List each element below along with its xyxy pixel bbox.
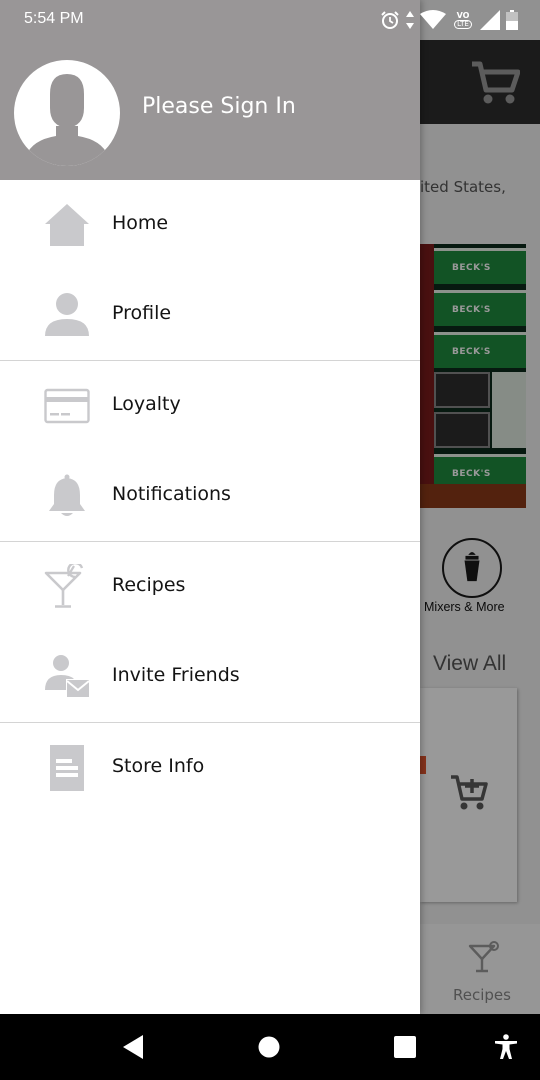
navigation-drawer: Please Sign In Home Profile Loyalty Noti… [0,0,420,1014]
menu-item-label: Profile [112,302,172,324]
menu-item-profile[interactable]: Profile [0,270,420,360]
invite-friends-icon [45,655,90,697]
menu-item-label: Notifications [112,483,231,505]
credit-card-icon [44,388,90,424]
alarm-icon [381,11,399,29]
default-avatar-icon [26,74,108,166]
person-icon [45,293,89,336]
volte-icon: VO LTE [452,9,474,31]
menu-item-store-info[interactable]: Store Info [0,723,420,813]
home-button[interactable] [246,1014,292,1080]
home-circle-icon [258,1036,280,1058]
menu-item-recipes[interactable]: Recipes [0,542,420,632]
recents-icon [394,1036,416,1058]
avatar[interactable] [14,60,120,166]
recents-button[interactable] [382,1014,428,1080]
bell-icon [49,474,85,516]
menu-item-label: Home [112,212,169,234]
accessibility-icon [495,1034,517,1059]
menu-item-label: Store Info [112,755,205,777]
battery-icon [506,10,518,30]
wifi-icon [420,10,446,29]
menu-item-home[interactable]: Home [0,180,420,270]
back-icon [123,1035,143,1059]
document-icon [50,745,84,791]
menu-item-loyalty[interactable]: Loyalty [0,361,420,451]
system-nav-bar [0,1014,540,1080]
menu-item-label: Recipes [112,574,186,596]
back-button[interactable] [110,1014,156,1080]
menu-item-notifications[interactable]: Notifications [0,451,420,541]
status-bar: 5:54 PM VO LTE [0,0,540,40]
cocktail-icon [44,564,84,608]
accessibility-button[interactable] [486,1014,526,1080]
signal-icon [480,10,500,30]
status-time: 5:54 PM [24,10,84,27]
menu-item-label: Loyalty [112,393,181,415]
data-arrows-icon [406,11,414,29]
home-icon [45,204,89,246]
menu-item-invite-friends[interactable]: Invite Friends [0,632,420,722]
sign-in-label[interactable]: Please Sign In [142,94,296,119]
menu-item-label: Invite Friends [112,664,240,686]
